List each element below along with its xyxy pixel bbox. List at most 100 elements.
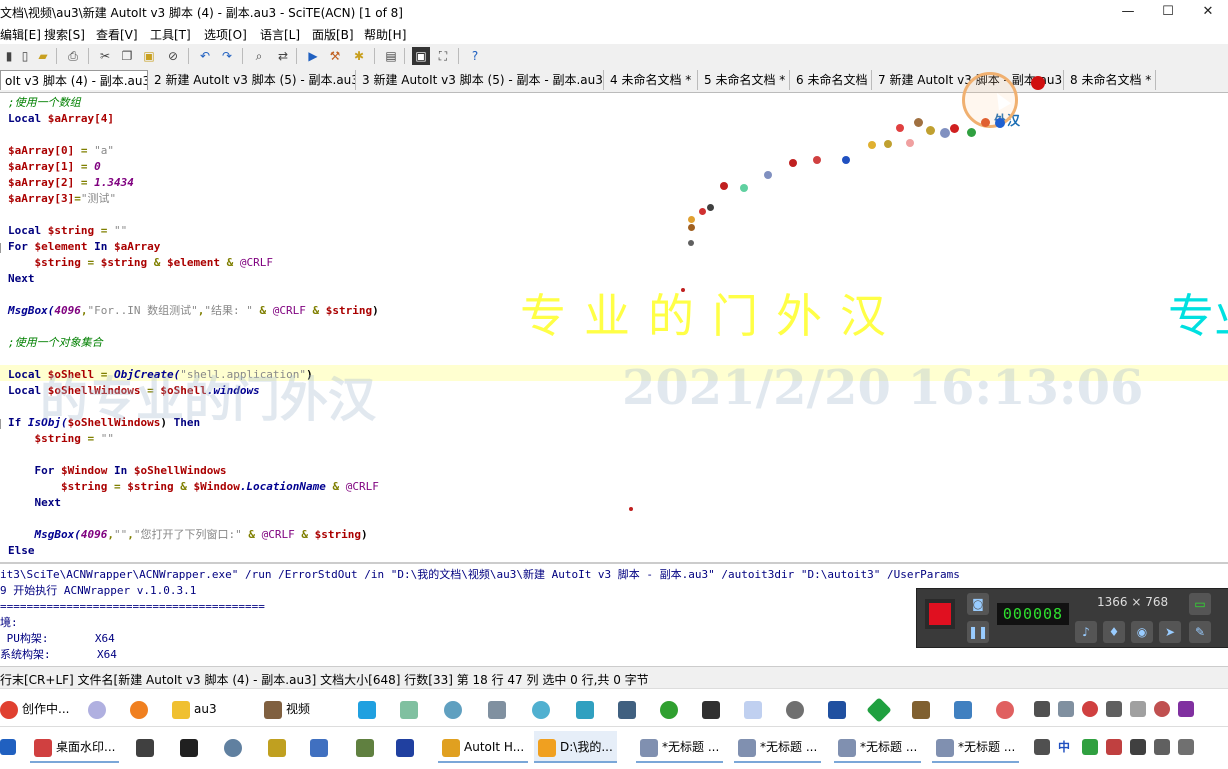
code-line: $string = $string & $element & @CRLF (8, 256, 273, 269)
fold-marker[interactable] (0, 419, 7, 429)
taskbar-item-app[interactable] (618, 697, 640, 721)
build-icon[interactable]: ✱ (350, 47, 368, 65)
open-folder-icon[interactable]: ▰ (34, 47, 52, 65)
tray-icon[interactable] (1082, 739, 1098, 755)
taskbar-item-app[interactable] (702, 697, 724, 721)
volume-icon[interactable] (1178, 739, 1194, 755)
tray-icon[interactable] (1154, 701, 1170, 717)
taskbar-button-explorer[interactable]: D:\我的... (534, 731, 617, 763)
taskbar-item-app[interactable] (996, 697, 1018, 721)
print-icon[interactable]: ⎙ (64, 47, 82, 65)
output-panel-icon[interactable]: ▣ (412, 47, 430, 65)
menu-panel[interactable]: 面版[B] (312, 26, 354, 43)
taskbar-item-app[interactable] (744, 697, 766, 721)
taskbar-item-app[interactable] (660, 697, 682, 721)
tab-6[interactable]: 6 未命名文档 (792, 70, 872, 90)
taskbar-button-notepad-1[interactable]: *无标题 ... (636, 731, 724, 763)
taskbar-item-tool[interactable] (88, 697, 110, 721)
record-button[interactable] (925, 599, 955, 629)
pause-icon[interactable]: ❚❚ (967, 621, 989, 643)
taskbar-item-video-folder[interactable]: 视频 (264, 697, 310, 721)
taskbar-item-calendar[interactable] (136, 735, 158, 759)
new-file-icon[interactable]: ▯ (16, 47, 34, 65)
region-icon[interactable]: ▭ (1189, 593, 1211, 615)
paste-icon[interactable]: ▣ (140, 47, 158, 65)
tray-icon[interactable] (1034, 701, 1050, 717)
taskbar-button-notepad-4[interactable]: *无标题 ... (932, 731, 1020, 763)
taskbar-item-app[interactable] (954, 697, 976, 721)
taskbar-item-app[interactable] (866, 696, 892, 723)
minimize-button[interactable]: — (1108, 0, 1148, 24)
copy-icon[interactable]: ❐ (118, 47, 136, 65)
start-icon[interactable] (0, 739, 16, 755)
taskbar-item-app[interactable] (310, 735, 332, 759)
pen-icon[interactable]: ✎ (1189, 621, 1211, 643)
menu-search[interactable]: 搜索[S] (44, 26, 85, 43)
tray-icon[interactable] (1034, 739, 1050, 755)
taskbar-item-app[interactable] (268, 735, 290, 759)
taskbar-item-app[interactable] (828, 697, 850, 721)
ime-indicator[interactable]: 中 (1058, 735, 1070, 759)
tab-8[interactable]: 8 未命名文档 * (1066, 70, 1156, 90)
tray-icon[interactable] (1082, 701, 1098, 717)
redo-icon[interactable]: ↷ (218, 47, 236, 65)
tray-icon[interactable] (1130, 739, 1146, 755)
notepad-icon (936, 738, 954, 757)
fullscreen-icon[interactable]: ⛶ (434, 47, 452, 65)
taskbar-item-app[interactable] (576, 697, 598, 721)
tab-4[interactable]: 4 未命名文档 * (606, 70, 698, 90)
tray-icon[interactable] (1130, 701, 1146, 717)
taskbar-item-app[interactable] (786, 697, 808, 721)
taskbar-item-app[interactable] (224, 735, 246, 759)
taskbar-item-au3-folder[interactable]: au3 (172, 697, 217, 721)
page-icon[interactable]: ▤ (382, 47, 400, 65)
cursor-icon[interactable]: ➤ (1159, 621, 1181, 643)
taskbar-item-app[interactable] (912, 697, 934, 721)
menu-edit[interactable]: 编辑[E] (0, 26, 41, 43)
tray-icon[interactable] (1106, 739, 1122, 755)
taskbar-item-7zip[interactable] (180, 735, 202, 759)
taskbar-item-app[interactable] (532, 697, 554, 721)
network-icon[interactable] (1154, 739, 1170, 755)
tab-7[interactable]: 7 新建 AutoIt v3 脚本 - 副本.au3 (874, 70, 1064, 90)
tab-2[interactable]: 2 新建 AutoIt v3 脚本 (5) - 副本.au3 (150, 70, 356, 90)
tab-1[interactable]: oIt v3 脚本 (4) - 副本.au3 (0, 70, 148, 90)
taskbar-item-browser[interactable]: 创作中... (0, 697, 69, 721)
tab-5[interactable]: 5 未命名文档 * (700, 70, 790, 90)
taskbar-item-bilibili[interactable] (358, 697, 380, 721)
webcam-icon[interactable]: ◉ (1131, 621, 1153, 643)
run-icon[interactable]: ▶ (304, 47, 322, 65)
taskbar-item-search[interactable] (130, 697, 152, 721)
taskbar-button-autoit-help[interactable]: AutoIt H... (438, 731, 529, 763)
volume-icon[interactable]: ♪ (1075, 621, 1097, 643)
tray-icon[interactable] (1058, 701, 1074, 717)
tray-icon[interactable] (1178, 701, 1194, 717)
compile-icon[interactable]: ⚒ (326, 47, 344, 65)
taskbar-item-app[interactable] (444, 697, 466, 721)
menu-options[interactable]: 选项[O] (204, 26, 247, 43)
find-icon[interactable]: ⌕ (250, 47, 268, 65)
delete-icon[interactable]: ⊘ (164, 47, 182, 65)
cut-icon[interactable]: ✂ (96, 47, 114, 65)
close-button[interactable]: ✕ (1188, 0, 1228, 24)
camera-icon[interactable]: ◙ (967, 593, 989, 615)
maximize-button[interactable]: ☐ (1148, 0, 1188, 24)
taskbar-item-app[interactable] (396, 735, 418, 759)
fold-marker[interactable] (0, 243, 7, 253)
taskbar-item-app[interactable] (488, 697, 510, 721)
menu-tools[interactable]: 工具[T] (150, 26, 191, 43)
taskbar-button-notepad-2[interactable]: *无标题 ... (734, 731, 822, 763)
menu-view[interactable]: 查看[V] (96, 26, 138, 43)
taskbar-item-app[interactable] (356, 735, 378, 759)
undo-icon[interactable]: ↶ (196, 47, 214, 65)
menu-language[interactable]: 语言[L] (260, 26, 300, 43)
tray-icon[interactable] (1106, 701, 1122, 717)
taskbar-button-watermark[interactable]: 桌面水印... (30, 731, 120, 763)
help-icon[interactable]: ? (466, 47, 484, 65)
taskbar-button-notepad-3[interactable]: *无标题 ... (834, 731, 922, 763)
menu-help[interactable]: 帮助[H] (364, 26, 406, 43)
replace-icon[interactable]: ⇄ (274, 47, 292, 65)
taskbar-item-app[interactable] (400, 697, 422, 721)
microphone-icon[interactable]: ♦ (1103, 621, 1125, 643)
tab-3[interactable]: 3 新建 AutoIt v3 脚本 (5) - 副本 - 副本.au3 (358, 70, 604, 90)
